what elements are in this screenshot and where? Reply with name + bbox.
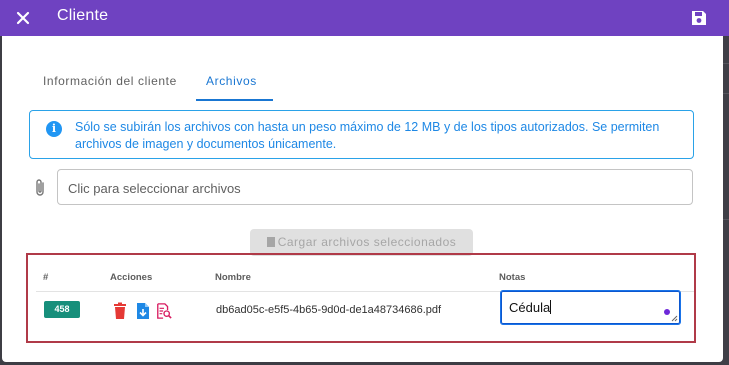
column-header-name: Nombre xyxy=(215,272,251,283)
column-header-actions: Acciones xyxy=(110,272,153,283)
text-cursor xyxy=(550,300,552,314)
file-id-badge: 458 xyxy=(44,301,80,318)
assistant-dot-icon xyxy=(664,309,670,315)
dialog-title: Cliente xyxy=(57,7,109,24)
file-name[interactable]: db6ad05c-e5f5-4b65-9d0d-de1a48734686.pdf xyxy=(216,304,441,316)
paperclip-icon[interactable] xyxy=(33,178,47,198)
notes-text: Cédula xyxy=(509,300,551,315)
resize-grip-icon[interactable] xyxy=(671,315,678,322)
download-icon[interactable] xyxy=(135,302,151,320)
tab-client-info[interactable]: Información del cliente xyxy=(43,74,177,88)
column-header-notes: Notas xyxy=(499,272,526,283)
document-icon xyxy=(266,237,275,247)
info-alert: i Sólo se subirán los archivos con hasta… xyxy=(29,110,694,159)
info-alert-text: Sólo se subirán los archivos con hasta u… xyxy=(75,120,660,151)
client-dialog: Información del cliente Archivos i Sólo … xyxy=(2,0,723,362)
active-tab-indicator xyxy=(196,99,273,101)
file-select-placeholder: Clic para seleccionar archivos xyxy=(68,181,241,196)
delete-icon[interactable] xyxy=(112,302,128,320)
upload-button-label: Cargar archivos seleccionados xyxy=(277,235,457,249)
upload-selected-button[interactable]: Cargar archivos seleccionados xyxy=(250,229,473,256)
info-icon: i xyxy=(46,121,62,137)
close-icon[interactable] xyxy=(14,9,32,27)
tab-files[interactable]: Archivos xyxy=(206,74,257,88)
file-select-input[interactable]: Clic para seleccionar archivos xyxy=(57,169,693,205)
save-icon[interactable] xyxy=(690,9,708,27)
preview-icon[interactable] xyxy=(156,302,172,320)
dialog-header: Cliente xyxy=(0,0,729,36)
notes-textarea[interactable]: Cédula xyxy=(500,290,681,325)
notes-value: Cédula xyxy=(509,300,552,315)
column-header-number: # xyxy=(43,272,49,283)
files-table: # Acciones Nombre Notas 458 db6ad05c-e5f… xyxy=(26,253,696,343)
